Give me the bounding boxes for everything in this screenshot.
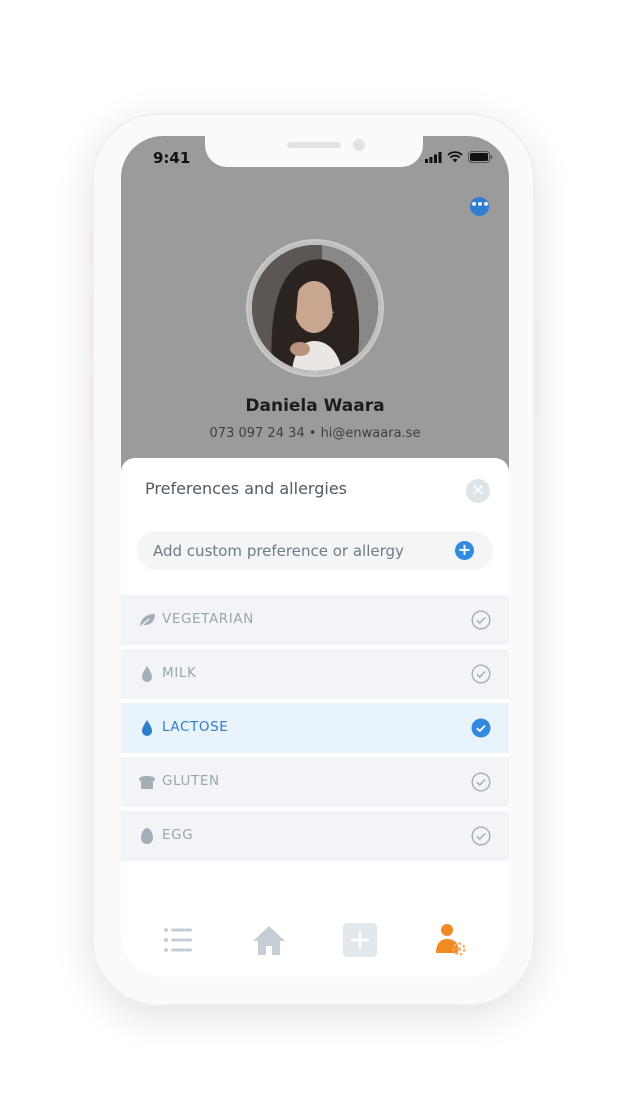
check-circle-filled-icon [471, 718, 491, 738]
bread-icon [139, 776, 155, 789]
home-icon [253, 926, 285, 955]
preference-label: EGG [162, 827, 194, 843]
check-circle-icon [471, 826, 491, 846]
avatar[interactable] [252, 245, 378, 371]
battery-icon [468, 151, 493, 163]
notch [205, 136, 423, 167]
preferences-sheet: Preferences and allergies × + VEGETARIAN [121, 458, 509, 977]
drop-icon [142, 720, 152, 736]
close-button[interactable]: × [466, 479, 490, 503]
check-circle-icon [471, 664, 491, 684]
signal-icon [425, 152, 442, 163]
preference-item-vegetarian[interactable]: VEGETARIAN [121, 595, 509, 645]
tab-bar [121, 910, 509, 970]
add-preference-button[interactable]: + [455, 541, 474, 560]
preference-label: GLUTEN [162, 773, 220, 789]
preference-label: VEGETARIAN [162, 611, 254, 627]
preference-item-egg[interactable]: EGG [121, 811, 509, 861]
volume-up-button [89, 292, 93, 358]
check-circle-icon [471, 772, 491, 792]
preference-item-milk[interactable]: MILK [121, 649, 509, 699]
volume-down-button [89, 374, 93, 440]
profile-name: Daniela Waara [245, 396, 385, 416]
power-button [535, 318, 539, 418]
tab-list[interactable] [160, 922, 196, 958]
check-circle-icon [471, 610, 491, 630]
add-preference-field: + [137, 531, 493, 570]
drop-icon [142, 666, 152, 682]
tab-add[interactable] [342, 922, 378, 958]
status-icons [425, 151, 493, 163]
phone-screen: 9:41 ••• Daniela Waara 073 097 24 34 • h… [121, 136, 509, 977]
wifi-icon [447, 151, 463, 163]
avatar-photo-icon [252, 245, 378, 371]
speaker [287, 142, 341, 148]
add-icon [343, 923, 377, 957]
list-icon [164, 928, 192, 952]
sheet-title: Preferences and allergies [145, 479, 347, 498]
mute-switch [89, 230, 93, 264]
add-preference-input[interactable] [153, 531, 453, 570]
tab-profile[interactable] [433, 922, 469, 958]
preference-label: MILK [162, 665, 197, 681]
status-time: 9:41 [153, 149, 191, 167]
preference-item-gluten[interactable]: GLUTEN [121, 757, 509, 807]
profile-contact: 073 097 24 34 • hi@enwaara.se [209, 426, 421, 441]
preference-list: VEGETARIAN MILK LACTOSE GLUTEN EGG [121, 595, 509, 865]
avatar-frame [248, 241, 382, 375]
tab-home[interactable] [251, 922, 287, 958]
front-camera [353, 139, 365, 151]
preference-label: LACTOSE [162, 719, 229, 735]
preference-item-lactose[interactable]: LACTOSE [121, 703, 509, 753]
profile-header: 9:41 ••• Daniela Waara 073 097 24 34 • h… [121, 136, 509, 486]
profile-settings-icon [436, 924, 466, 956]
egg-icon [141, 828, 153, 844]
leaf-icon [138, 614, 155, 629]
close-icon: × [470, 480, 486, 500]
more-options-button[interactable]: ••• [470, 197, 490, 216]
plus-icon: + [457, 540, 472, 559]
